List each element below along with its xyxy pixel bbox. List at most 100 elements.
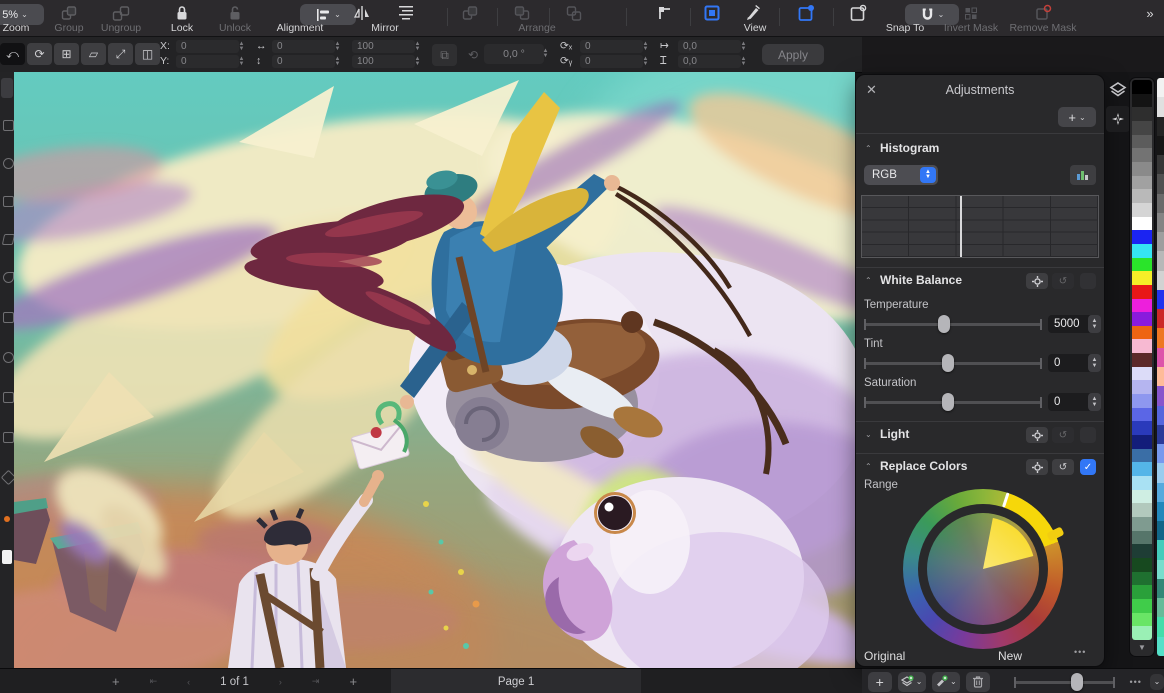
canvas-viewport[interactable] <box>14 72 855 668</box>
color-swatch-partial[interactable] <box>1157 444 1164 463</box>
move-tool-button[interactable]: ⤺ <box>0 43 25 65</box>
add-item-button[interactable]: + <box>868 672 892 692</box>
color-swatch[interactable] <box>1132 94 1152 108</box>
color-swatch[interactable] <box>1132 531 1152 545</box>
skew-y-stepper[interactable]: ▲▼ <box>640 55 651 68</box>
tool-icon[interactable] <box>3 158 14 169</box>
color-swatch[interactable] <box>1132 162 1152 176</box>
tool-icon[interactable] <box>3 352 14 363</box>
add-page-button-2[interactable]: + <box>349 674 357 689</box>
color-swatch[interactable] <box>1132 380 1152 394</box>
unlock-button[interactable] <box>227 3 243 23</box>
color-swatch[interactable] <box>1132 394 1152 408</box>
color-swatch[interactable] <box>1132 189 1152 203</box>
next-page-button[interactable]: › <box>279 677 282 687</box>
color-swatch[interactable] <box>1132 353 1152 367</box>
temperature-slider[interactable] <box>864 315 1042 333</box>
replace-colors-reset-button[interactable]: ↺ <box>1052 459 1074 475</box>
color-swatch-partial[interactable] <box>1157 579 1164 598</box>
replace-colors-collapse-chevron[interactable]: ⌃ <box>865 462 872 471</box>
add-adjustment-dropdown[interactable]: +⌄ <box>1058 107 1096 127</box>
color-swatch[interactable] <box>1132 517 1152 531</box>
offset-x-stepper[interactable]: ▲▼ <box>738 40 749 53</box>
add-layer-preset-dropdown[interactable]: ⌄ <box>898 672 926 692</box>
color-swatch-partial[interactable] <box>1157 521 1164 540</box>
color-swatch[interactable] <box>1132 585 1152 599</box>
actions-more-button[interactable]: ••• <box>1129 677 1141 687</box>
color-swatch[interactable] <box>1132 558 1152 572</box>
scale-tool-button[interactable]: ⤢ <box>108 43 133 65</box>
color-swatch[interactable] <box>1132 230 1152 244</box>
first-page-button[interactable]: ⇤ <box>150 676 158 687</box>
offset-y-stepper[interactable]: ▲▼ <box>738 55 749 68</box>
width-input[interactable]: 0 <box>272 40 335 53</box>
offset-y-input[interactable]: 0,0 <box>678 55 741 68</box>
color-swatch-partial[interactable] <box>1157 309 1164 328</box>
height-percent-stepper[interactable]: ▲▼ <box>412 55 423 68</box>
send-backward-button[interactable] <box>513 3 532 23</box>
color-swatch[interactable] <box>1132 135 1152 149</box>
color-swatch[interactable] <box>1132 203 1152 217</box>
color-swatch-partial[interactable] <box>1157 483 1164 502</box>
bounds-tool-button[interactable]: ⊞ <box>54 43 79 65</box>
apply-button[interactable]: Apply <box>762 44 824 65</box>
color-swatch[interactable] <box>1132 367 1152 381</box>
sketch-view-button[interactable] <box>744 3 762 23</box>
saturation-value-stepper[interactable]: ▲▼ <box>1088 393 1101 411</box>
distribute-button[interactable] <box>397 3 415 23</box>
color-swatch-partial[interactable] <box>1157 328 1164 347</box>
color-swatch-partial[interactable] <box>1157 78 1164 97</box>
skew-y-input[interactable]: 0 <box>580 55 643 68</box>
temperature-value-stepper[interactable]: ▲▼ <box>1088 315 1101 333</box>
opacity-mix-slider[interactable] <box>1014 673 1116 691</box>
histogram-channel-select[interactable]: RGB ▲▼ <box>864 165 938 185</box>
link-dimensions-button[interactable]: ⧉ <box>432 44 457 66</box>
color-swatch-partial[interactable] <box>1157 386 1164 405</box>
previous-page-button[interactable]: ‹ <box>187 677 190 687</box>
color-swatch-partial[interactable] <box>1157 213 1164 232</box>
histogram-collapse-chevron[interactable]: ⌃ <box>865 144 872 153</box>
lock-button[interactable] <box>174 3 190 23</box>
rotate-tool-button[interactable]: ⟳ <box>27 43 52 65</box>
remove-mask-button[interactable] <box>1034 3 1052 23</box>
outline-view-button[interactable] <box>703 3 721 23</box>
height-percent-input[interactable]: 100 <box>352 55 415 68</box>
color-swatch[interactable] <box>1132 285 1152 299</box>
color-swatch[interactable] <box>1132 449 1152 463</box>
tool-icon[interactable] <box>3 120 14 131</box>
skew-x-stepper[interactable]: ▲▼ <box>640 40 651 53</box>
color-swatch-partial[interactable] <box>1157 174 1164 193</box>
white-balance-collapse-chevron[interactable]: ⌃ <box>865 276 872 285</box>
color-swatch-partial[interactable] <box>1157 290 1164 309</box>
invert-mask-button[interactable] <box>963 3 980 23</box>
saturation-value[interactable]: 0 <box>1048 393 1092 411</box>
delete-button[interactable] <box>966 672 990 692</box>
adjustments-panel-tab[interactable] <box>1106 106 1130 132</box>
color-swatch-partial[interactable] <box>1157 367 1164 386</box>
replace-colors-checkbox[interactable]: ✓ <box>1080 459 1096 475</box>
color-swatch-partial[interactable] <box>1157 502 1164 521</box>
color-swatch-partial[interactable] <box>1157 406 1164 425</box>
offset-x-input[interactable]: 0,0 <box>678 40 741 53</box>
color-swatch[interactable] <box>1132 421 1152 435</box>
arrange-order-button[interactable] <box>565 3 584 23</box>
color-swatch[interactable] <box>1132 503 1152 517</box>
color-swatch-partial[interactable] <box>1157 463 1164 482</box>
light-collapse-chevron[interactable]: ⌄ <box>865 430 872 439</box>
color-swatch-partial[interactable] <box>1157 598 1164 617</box>
saturation-slider[interactable] <box>864 393 1042 411</box>
color-swatch[interactable] <box>1132 476 1152 490</box>
color-swatch-partial[interactable] <box>1157 637 1164 656</box>
color-swatch[interactable] <box>1132 312 1152 326</box>
histogram-options-button[interactable] <box>1070 165 1096 185</box>
color-swatch[interactable] <box>1132 599 1152 613</box>
mix-slider-thumb[interactable] <box>1071 673 1083 691</box>
height-input[interactable]: 0 <box>272 55 335 68</box>
tool-icon[interactable] <box>3 432 14 443</box>
color-swatch[interactable] <box>1132 339 1152 353</box>
color-swatch-partial[interactable] <box>1157 117 1164 136</box>
light-checkbox[interactable] <box>1080 427 1096 443</box>
fill-color-swatch[interactable] <box>2 550 12 564</box>
collapse-bar-button[interactable]: ⌄ <box>1150 674 1164 690</box>
color-swatch[interactable] <box>1132 271 1152 285</box>
